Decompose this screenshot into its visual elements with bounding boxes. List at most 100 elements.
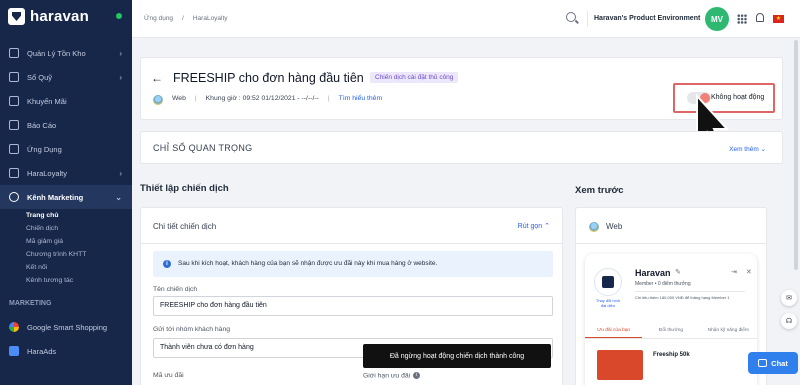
preview-card: Web Thay đổi hình đại diện Haravan ✎ Mem… (575, 207, 767, 385)
scrollbar[interactable] (794, 40, 798, 270)
sidebar-item-promotions[interactable]: Khuyến Mãi (0, 89, 132, 113)
voucher-image (597, 350, 643, 380)
campaign-type-badge: Chiến dịch cài đặt thủ công (370, 72, 459, 83)
sidebar-item-label: Khuyến Mãi (27, 96, 67, 106)
search-icon[interactable] (566, 12, 576, 22)
sidebar-item-label: Báo Cáo (27, 120, 57, 130)
chevron-right-icon: › (119, 169, 122, 178)
learn-more-link[interactable]: Tìm hiểu thêm (339, 95, 382, 102)
breadcrumb-haraloyalty[interactable]: HaraLoyalty (193, 15, 228, 22)
sidebar-subitem-loyalty-program[interactable]: Chương trình KHTT (0, 248, 132, 261)
marketing-icon (9, 192, 19, 202)
divider (576, 243, 766, 244)
toast-notification: Đã ngừng hoạt động chiến dịch thành công (363, 344, 551, 368)
info-icon[interactable]: i (413, 372, 421, 379)
sidebar-item-haraloyalty[interactable]: HaraLoyalty › (0, 161, 132, 185)
chat-label: Chat (771, 358, 788, 368)
preview-channel: Web (606, 222, 623, 231)
mail-icon[interactable]: ✉ (781, 290, 797, 306)
inventory-icon (9, 48, 19, 58)
breadcrumb-apps[interactable]: Ứng dụng (144, 15, 173, 22)
sidebar-item-marketing-channel[interactable]: Kênh Marketing ⌄ (0, 185, 132, 209)
sidebar-item-reports[interactable]: Báo Cáo (0, 113, 132, 137)
sidebar-nav: Quản Lý Tồn Kho › Sổ Quỹ › Khuyến Mãi Báo … (0, 41, 132, 363)
heart-icon (9, 168, 19, 178)
page-title: FREESHIP cho đơn hàng đầu tiên (173, 71, 364, 85)
chevron-right-icon: › (119, 73, 122, 82)
sidebar-item-label: Kênh Marketing (27, 192, 84, 202)
detail-card-title: Chi tiết chiến dịch (153, 222, 217, 231)
preview-controls: ⇥ ✕ (731, 268, 752, 276)
sidebar-item-inventory[interactable]: Quản Lý Tồn Kho › (0, 41, 132, 65)
info-text: Sau khi kích hoạt, khách hàng của bạn sẽ… (178, 260, 438, 267)
globe-icon (153, 95, 163, 105)
campaign-name-label: Tên chiến dịch (153, 286, 198, 293)
sidebar-item-label: HaraAds (27, 346, 57, 356)
vietnam-flag-icon[interactable]: ★ (773, 15, 784, 23)
sidebar-subitem-engagement[interactable]: Kênh tương tác (0, 274, 132, 287)
campaign-name-field[interactable]: FREESHIP cho đơn hàng đầu tiên (153, 296, 553, 316)
divider (141, 243, 562, 244)
haravan-logo[interactable]: haravan (8, 8, 89, 25)
offer-limit-text: Giới hạn ưu đãi (363, 372, 411, 380)
promo-code-label: Mã ưu đãi (153, 372, 184, 379)
tab-rewards: Đổi thưởng (658, 328, 684, 333)
sidebar-item-apps[interactable]: Ứng Dụng (0, 137, 132, 161)
breadcrumb: Ứng dụng / HaraLoyalty (144, 15, 228, 22)
back-arrow-icon[interactable]: ← (151, 71, 163, 85)
chat-button[interactable]: Chat (748, 352, 798, 374)
collapse-link[interactable]: Rút gọn ⌃ (518, 222, 550, 230)
divider (585, 338, 757, 339)
offer-limit-label: Giới hạn ưu đãi i (363, 372, 421, 380)
haravan-logo-icon (8, 8, 25, 25)
divider (587, 11, 588, 27)
avatar[interactable]: MV (705, 7, 729, 31)
sidebar-item-label: Google Smart Shopping (27, 322, 108, 332)
sidebar-subitem-home[interactable]: Trang chủ (0, 209, 132, 222)
kpi-title: CHỈ SỐ QUAN TRỌNG (153, 143, 253, 153)
brand-avatar (594, 268, 622, 296)
apps-grid-icon[interactable] (737, 14, 747, 24)
member-status: Member • 0 điểm thưởng (635, 281, 691, 287)
cashbook-icon (9, 72, 19, 82)
tab-your-offers: Ưu đãi của bạn (585, 324, 643, 338)
preview-widget: Thay đổi hình đại diện Haravan ✎ Member … (585, 254, 757, 385)
change-avatar-link: Thay đổi hình đại diện (595, 298, 621, 308)
kpi-card[interactable]: CHỈ SỐ QUAN TRỌNG Xem thêm ⌄ (140, 131, 783, 164)
haraads-icon (9, 346, 19, 356)
see-more-link[interactable]: Xem thêm ⌄ (729, 145, 766, 153)
divider (635, 291, 745, 292)
campaign-header-card: ← FREESHIP cho đơn hàng đầu tiên Chiến d… (140, 57, 783, 120)
sidebar-item-cashbook[interactable]: Sổ Quỹ › (0, 65, 132, 89)
preview-brand-name: Haravan (635, 268, 671, 278)
globe-icon (589, 222, 599, 232)
google-icon (9, 322, 19, 332)
preview-tabs: Ưu đãi của bạn Đổi thưởng Nhận kỹ năng đ… (585, 324, 757, 338)
timeframe-text: Khung giờ : 09:52 01/12/2021 - --/--/-- (205, 95, 319, 102)
expand-icon: ⇥ (731, 269, 737, 276)
sidebar-subitem-campaigns[interactable]: Chiến dịch (0, 222, 132, 235)
bell-icon[interactable] (756, 13, 764, 22)
close-icon: ✕ (745, 269, 752, 276)
environment-name[interactable]: Haravan's Product Environment (594, 15, 700, 22)
meta-separator: | (327, 95, 330, 102)
report-icon (9, 120, 19, 130)
chat-icon (758, 359, 768, 367)
sidebar-item-label: Sổ Quỹ (27, 72, 53, 82)
breadcrumb-separator: / (182, 15, 184, 22)
sidebar-item-haraads[interactable]: HaraAds (0, 339, 132, 363)
tab-earn-points: Nhận kỹ năng điểm (707, 328, 749, 333)
preview-heading: Xem trước (575, 185, 624, 196)
sidebar-item-label: Quản Lý Tồn Kho (27, 48, 86, 58)
sidebar-subitem-connections[interactable]: Kết nối (0, 261, 132, 274)
customer-group-label: Gửi tới nhóm khách hàng (153, 326, 231, 333)
brand-name: haravan (30, 8, 89, 25)
info-icon: i (163, 260, 171, 268)
headset-icon[interactable]: ☊ (781, 313, 797, 329)
sidebar-item-google-smart-shopping[interactable]: Google Smart Shopping (0, 315, 132, 339)
sidebar-subitem-discounts[interactable]: Mã giảm giá (0, 235, 132, 248)
gift-icon (9, 96, 19, 106)
info-banner: i Sau khi kích hoạt, khách hàng của bạn … (153, 251, 553, 277)
top-bar: Ứng dụng / HaraLoyalty Haravan's Product… (132, 0, 800, 38)
setup-heading: Thiết lập chiến dịch (140, 183, 229, 194)
